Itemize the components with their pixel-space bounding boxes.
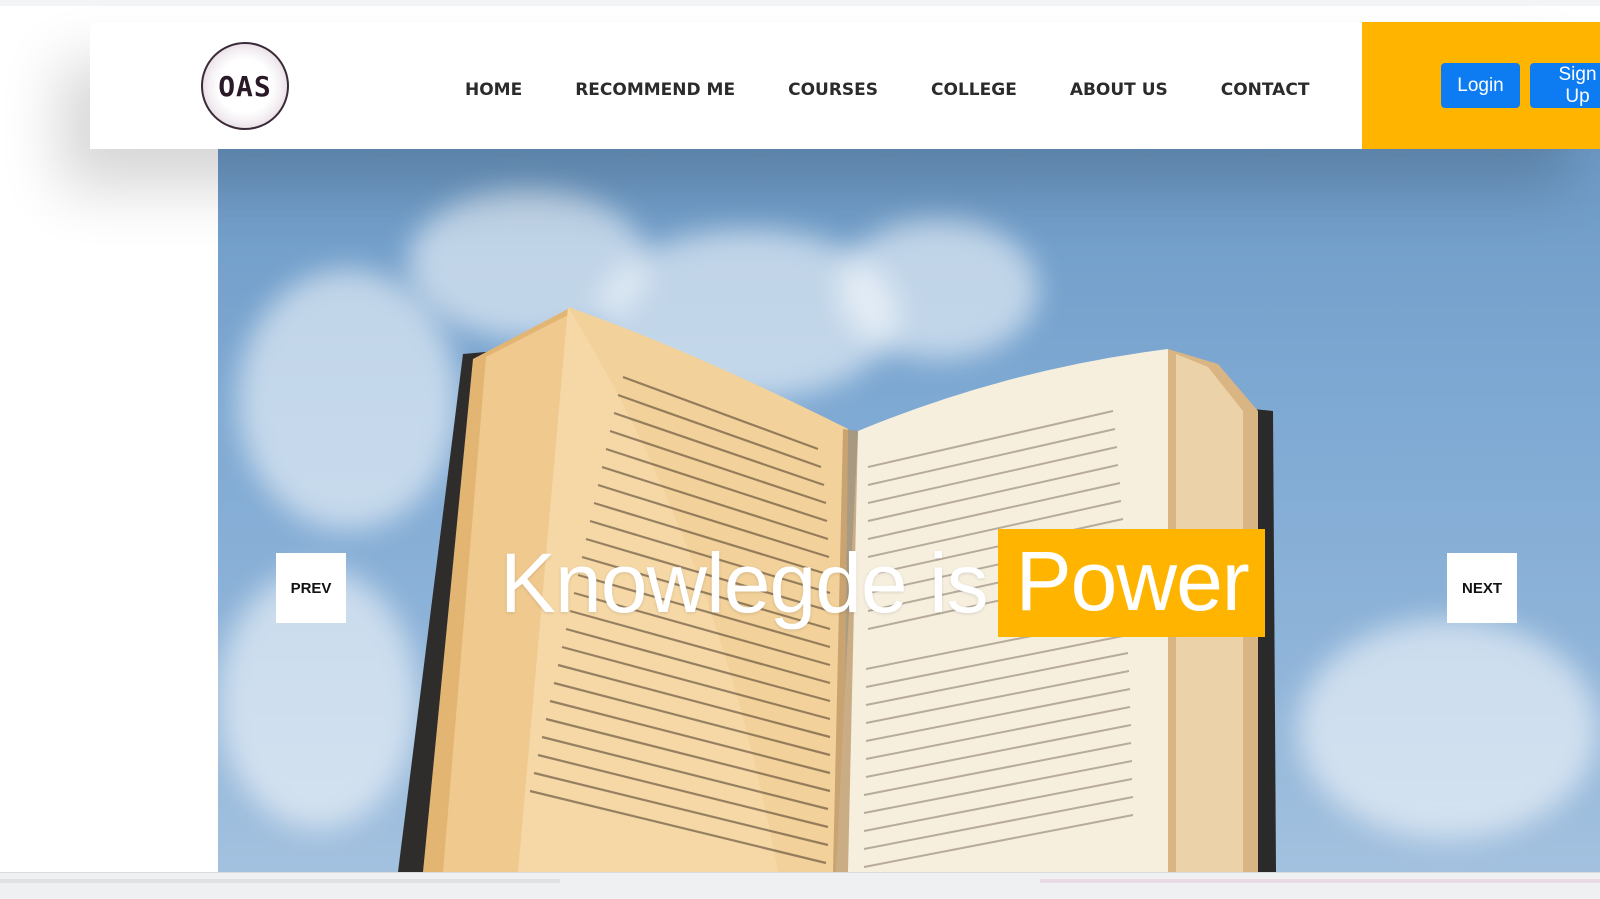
oas-logo[interactable]: OAS [201,42,289,130]
nav-item-college[interactable]: COLLEGE [931,80,1017,100]
signup-button[interactable]: Sign Up [1530,63,1600,108]
hero-headline-text: Knowlegde is [500,535,989,630]
nav-item-home[interactable]: HOME [465,80,522,100]
logo-text: OAS [218,69,272,103]
carousel-prev-button[interactable]: PREV [276,553,346,623]
hero-carousel: PREV NEXT Knowlegde is Power [218,149,1600,872]
hero-headline-highlight: Power [997,529,1265,637]
browser-top-strip [0,0,1600,6]
main-nav: HOME RECOMMEND ME COURSES COLLEGE ABOUT … [465,80,1309,100]
nav-item-about-us[interactable]: ABOUT US [1070,80,1168,100]
hero-headline: Knowlegde is Power [500,529,1265,637]
nav-item-courses[interactable]: COURSES [788,80,878,100]
nav-item-contact[interactable]: CONTACT [1221,80,1310,100]
browser-bottom-strip [0,872,1600,899]
login-button[interactable]: Login [1441,63,1520,108]
nav-item-recommend-me[interactable]: RECOMMEND ME [575,80,735,100]
open-book-image [398,307,1276,872]
carousel-next-button[interactable]: NEXT [1447,553,1517,623]
navbar: OAS HOME RECOMMEND ME COURSES COLLEGE AB… [90,22,1600,149]
auth-panel: Login Sign Up [1362,22,1600,149]
scrollbar-track [0,879,560,883]
scrollbar-track [1040,879,1600,883]
